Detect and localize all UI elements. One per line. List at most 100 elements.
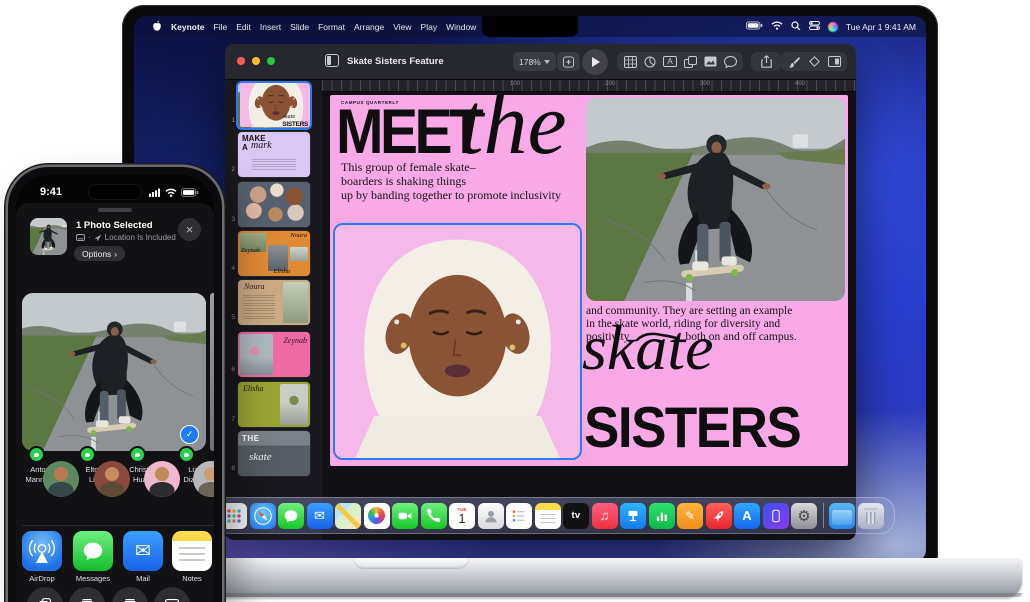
search-icon[interactable] [791,21,801,33]
dock-icon-reminders[interactable] [506,503,532,529]
menu-item-insert[interactable]: Insert [260,22,281,32]
macbook-base-edge [96,593,1022,597]
next-photo-peek[interactable] [210,293,214,451]
menu-bar-clock[interactable]: Tue Apr 1 9:41 AM [846,22,916,32]
menu-item-view[interactable]: View [393,22,411,32]
dock-icon-launchpad[interactable] [221,503,247,529]
share-app-messages[interactable]: Messages [69,531,117,583]
siri-icon[interactable] [828,22,838,32]
dock-icon-numbers[interactable] [649,503,675,529]
dock-icon-keynote[interactable] [620,503,646,529]
airplay-action-button[interactable] [154,587,190,602]
animate-icon[interactable] [804,52,824,71]
menu-item-file[interactable]: File [214,22,228,32]
share-app-mail[interactable]: ✉ Mail [119,531,167,583]
dock-icon-iphone-mirroring[interactable] [763,503,789,529]
apple-logo-icon[interactable] [152,20,162,34]
dock-icon-photos[interactable] [364,503,390,529]
media-icon[interactable] [700,52,720,71]
airdrop-contacts-row: AntonioManriquez EltonLin ChristineHuang… [16,461,214,523]
close-button[interactable]: × [178,218,201,241]
svg-text:A: A [667,57,673,66]
slide-thumbnail-4[interactable]: Noura Zeynab Elisha [238,231,310,276]
document-settings-icon[interactable] [824,52,844,71]
dock-icon-safari[interactable] [250,503,276,529]
menu-item-edit[interactable]: Edit [236,22,251,32]
dock-icon-system-settings[interactable]: ⚙ [791,503,817,529]
dock-icon-downloads-folder[interactable] [829,503,855,529]
chart-icon[interactable] [640,52,660,71]
dock-icon-calendar[interactable]: TUE 1 [449,503,475,529]
options-button[interactable]: Options› [74,246,125,261]
play-button[interactable] [582,49,608,75]
macbook-display: Keynote File Edit Insert Slide Format Ar… [134,16,926,562]
menu-item-arrange[interactable]: Arrange [354,22,384,32]
slide-thumbnail-2[interactable]: MAKE A mark [238,132,310,177]
slide-number: 7 [225,416,235,423]
window-zoom-button[interactable] [267,57,275,65]
contact-elton[interactable]: EltonLin [71,461,117,485]
contact-liz[interactable]: LizDizon [170,461,214,485]
slide-headline-sisters[interactable]: SISTERS [584,395,800,461]
contact-christine[interactable]: ChristineHuang [121,461,167,485]
menu-item-slide[interactable]: Slide [290,22,309,32]
dock-icon-messages[interactable] [278,503,304,529]
add-to-album-button[interactable] [112,587,148,602]
shape-icon[interactable] [680,52,700,71]
battery-icon[interactable] [746,21,763,32]
add-to-shared-album-button[interactable] [69,587,105,602]
table-icon[interactable] [620,52,640,71]
product-screenshot: Keynote File Edit Insert Slide Format Ar… [0,0,1030,602]
share-app-airdrop[interactable]: AirDrop [18,531,66,583]
dock-icon-phone[interactable] [421,503,447,529]
slide-thumbnail-7[interactable]: Elisha [238,382,310,427]
menu-item-window[interactable]: Window [446,22,476,32]
dock-icon-rocket[interactable] [706,503,732,529]
dynamic-island [88,184,142,200]
dock-icon-app-store[interactable]: A [734,503,760,529]
slide-thumbnail-5[interactable]: Noura [238,280,310,325]
sheet-grabber[interactable] [98,208,132,212]
window-close-button[interactable] [237,57,245,65]
wifi-icon[interactable] [771,21,783,32]
slide-thumbnail-8[interactable]: THE skate [238,431,310,476]
share-app-notes[interactable]: Notes [168,531,214,583]
menu-item-keynote[interactable]: Keynote [171,22,205,32]
dock-icon-pages[interactable]: ✎ [677,503,703,529]
menu-item-format[interactable]: Format [318,22,345,32]
comment-icon[interactable] [720,52,740,71]
dock-icon-apple-tv[interactable]: tv [563,503,589,529]
share-button[interactable] [751,52,781,71]
add-slide-button[interactable] [557,52,580,71]
slide-face-photo-selected[interactable] [333,223,582,460]
messages-badge-icon [178,446,195,463]
macbook-base [96,558,1022,597]
menu-item-play[interactable]: Play [421,22,438,32]
slide-headline-skate[interactable]: skate [582,311,714,385]
dock-icon-facetime[interactable] [392,503,418,529]
share-sheet-title: 1 Photo Selected [76,220,153,231]
photo-preview[interactable]: ✓ [22,293,206,451]
contact-antonio[interactable]: AntonioManriquez [20,461,66,485]
slide-thumbnail-6[interactable]: Zeynab [238,332,310,377]
control-center-icon[interactable] [809,21,820,32]
text-box-icon[interactable]: A [660,52,680,71]
dock-icon-mail[interactable]: ✉ [307,503,333,529]
current-slide[interactable]: CAMPUS QUARTERLY MEET the This group of … [330,95,848,466]
dock-icon-maps[interactable] [335,503,361,529]
slide-skater-photo[interactable] [586,98,845,301]
dock-icon-notes[interactable] [535,503,561,529]
macbook-screen-bezel: Keynote File Edit Insert Slide Format Ar… [122,5,938,560]
window-minimize-button[interactable] [252,57,260,65]
format-brush-icon[interactable] [784,52,804,71]
copy-action-button[interactable] [27,587,63,602]
dock-icon-contacts[interactable] [478,503,504,529]
dock-icon-trash[interactable] [858,503,884,529]
dock-icon-music[interactable]: ♫ [592,503,618,529]
sheet-divider [22,525,214,526]
slide-thumbnail-1[interactable]: MEET the skate SISTERS [238,83,310,128]
slide-thumbnail-3[interactable] [238,182,310,227]
view-sidebar-icon[interactable] [325,54,339,72]
slide-number: 6 [225,366,235,373]
zoom-level-dropdown[interactable]: 178% [513,52,556,71]
